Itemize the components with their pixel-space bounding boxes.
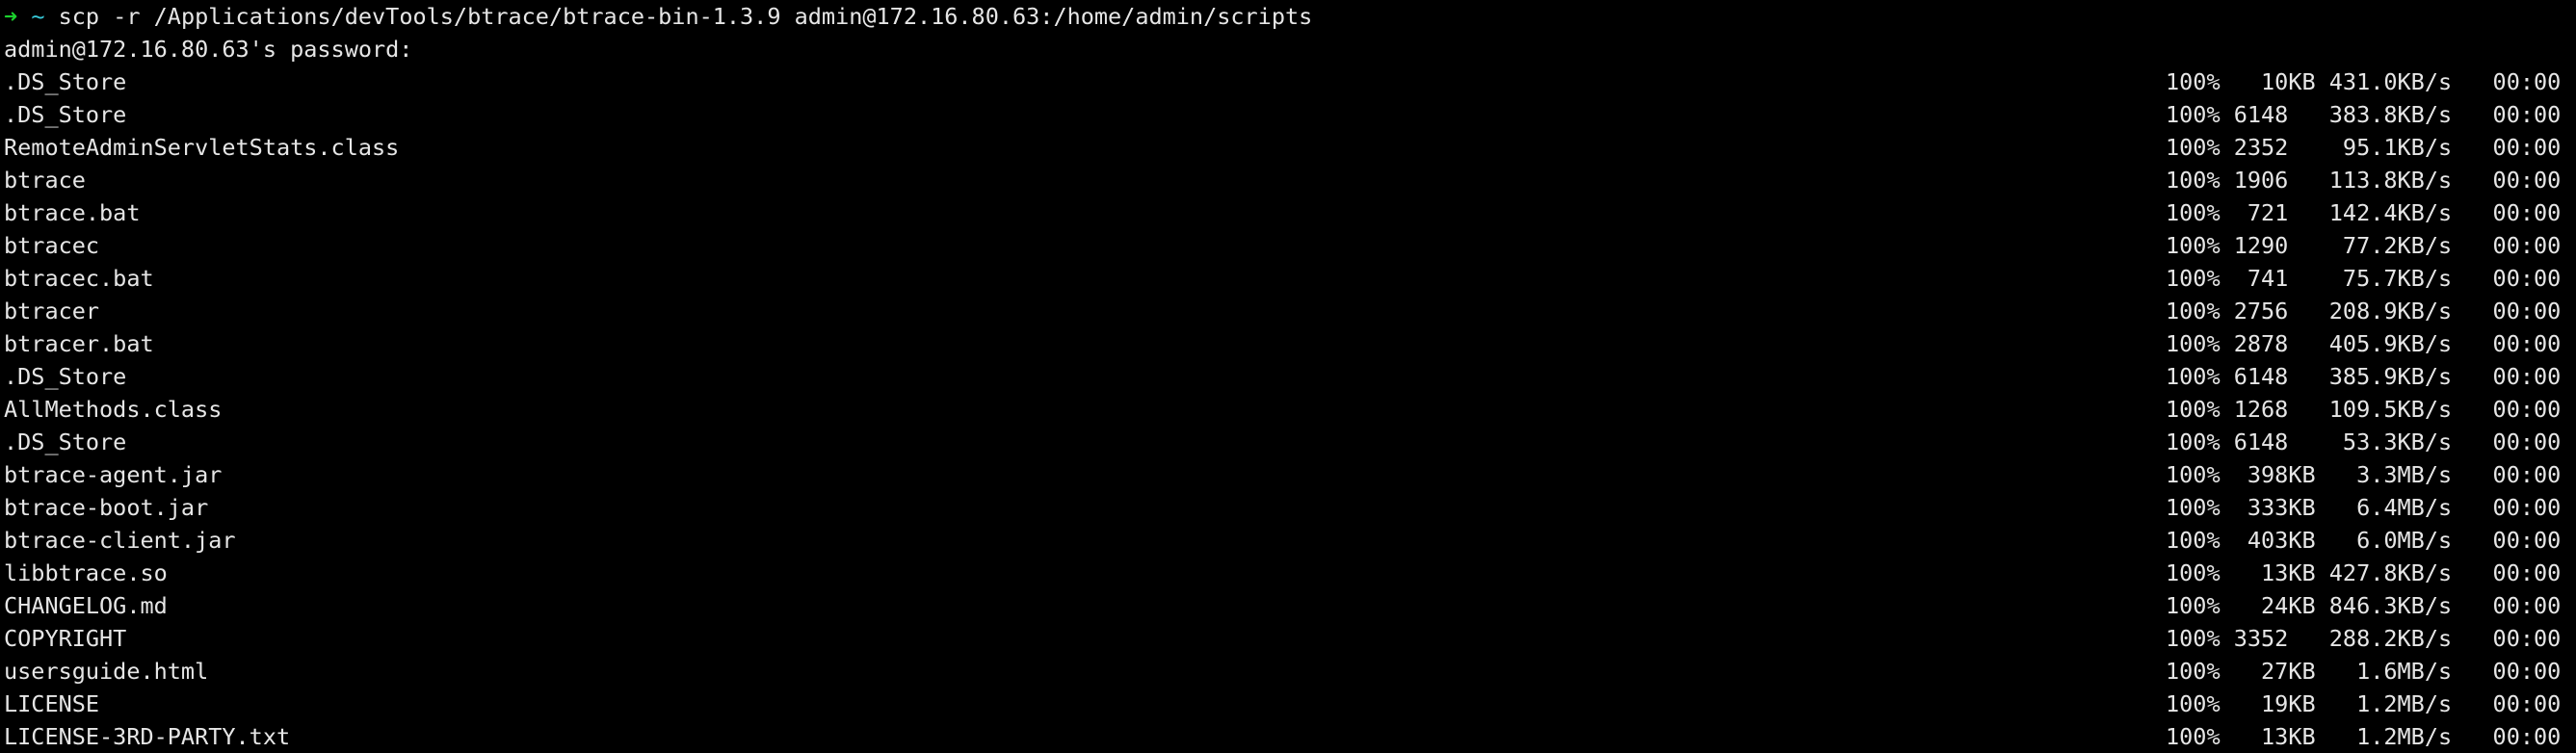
transfer-stats: 100% 13KB 1.2MB/s 00:00 bbox=[2166, 723, 2562, 750]
transfer-filename: RemoteAdminServletStats.class bbox=[4, 134, 400, 161]
transfer-stats: 100% 19KB 1.2MB/s 00:00 bbox=[2166, 690, 2562, 717]
transfer-row: btrace 100% 1906 113.8KB/s 00:00 bbox=[4, 164, 2576, 196]
transfer-row: usersguide.html 100% 27KB 1.6MB/s 00:00 bbox=[4, 655, 2576, 688]
transfer-filename: btracer bbox=[4, 298, 100, 325]
transfer-filename: btrace-agent.jar bbox=[4, 461, 223, 488]
transfer-row: LICENSE-3RD-PARTY.txt 100% 13KB 1.2MB/s 0… bbox=[4, 720, 2576, 753]
command-text: scp -r /Applications/devTools/btrace/btr… bbox=[58, 3, 1313, 30]
transfer-row: .DS_Store 100% 6148 385.9KB/s 00:00 bbox=[4, 360, 2576, 393]
transfer-filename: btrace-boot.jar bbox=[4, 494, 209, 521]
transfer-filename: btrace-client.jar bbox=[4, 527, 236, 554]
transfer-row: btrace-boot.jar 100% 333KB 6.4MB/s 00:00 bbox=[4, 491, 2576, 524]
transfer-stats: 100% 6148 53.3KB/s 00:00 bbox=[2166, 428, 2562, 455]
transfer-stats: 100% 398KB 3.3MB/s 00:00 bbox=[2166, 461, 2562, 488]
command-line: ➜ ~ scp -r /Applications/devTools/btrace… bbox=[4, 0, 2576, 33]
transfer-filename: btrace bbox=[4, 167, 86, 194]
transfer-stats: 100% 10KB 431.0KB/s 00:00 bbox=[2166, 68, 2562, 95]
transfer-row: btracer 100% 2756 208.9KB/s 00:00 bbox=[4, 295, 2576, 327]
transfer-stats: 100% 1268 109.5KB/s 00:00 bbox=[2166, 396, 2562, 423]
transfer-stats: 100% 2878 405.9KB/s 00:00 bbox=[2166, 330, 2562, 357]
transfer-row: .DS_Store 100% 10KB 431.0KB/s 00:00 bbox=[4, 65, 2576, 98]
transfer-list: .DS_Store 100% 10KB 431.0KB/s 00:00 .DS_St… bbox=[4, 65, 2576, 753]
transfer-row: btracer.bat 100% 2878 405.9KB/s 00:00 bbox=[4, 327, 2576, 360]
transfer-filename: btracer.bat bbox=[4, 330, 154, 357]
transfer-filename: LICENSE-3RD-PARTY.txt bbox=[4, 723, 291, 750]
transfer-filename: .DS_Store bbox=[4, 428, 127, 455]
transfer-filename: .DS_Store bbox=[4, 363, 127, 390]
transfer-stats: 100% 13KB 427.8KB/s 00:00 bbox=[2166, 559, 2562, 586]
transfer-stats: 100% 27KB 1.6MB/s 00:00 bbox=[2166, 658, 2562, 685]
transfer-row: COPYRIGHT 100% 3352 288.2KB/s 00:00 bbox=[4, 622, 2576, 655]
transfer-filename: btracec.bat bbox=[4, 265, 154, 292]
transfer-stats: 100% 6148 383.8KB/s 00:00 bbox=[2166, 101, 2562, 128]
transfer-row: libbtrace.so 100% 13KB 427.8KB/s 00:00 bbox=[4, 557, 2576, 589]
transfer-stats: 100% 6148 385.9KB/s 00:00 bbox=[2166, 363, 2562, 390]
transfer-row: LICENSE 100% 19KB 1.2MB/s 00:00 bbox=[4, 688, 2576, 720]
prompt-directory: ~ bbox=[31, 3, 45, 30]
transfer-stats: 100% 403KB 6.0MB/s 00:00 bbox=[2166, 527, 2562, 554]
transfer-row: AllMethods.class 100% 1268 109.5KB/s 00:0… bbox=[4, 393, 2576, 426]
transfer-row: .DS_Store 100% 6148 53.3KB/s 00:00 bbox=[4, 426, 2576, 458]
transfer-stats: 100% 24KB 846.3KB/s 00:00 bbox=[2166, 592, 2562, 619]
transfer-filename: AllMethods.class bbox=[4, 396, 223, 423]
transfer-row: CHANGELOG.md 100% 24KB 846.3KB/s 00:00 bbox=[4, 589, 2576, 622]
transfer-row: btracec.bat 100% 741 75.7KB/s 00:00 bbox=[4, 262, 2576, 295]
transfer-stats: 100% 3352 288.2KB/s 00:00 bbox=[2166, 625, 2562, 652]
transfer-filename: CHANGELOG.md bbox=[4, 592, 168, 619]
transfer-filename: libbtrace.so bbox=[4, 559, 168, 586]
transfer-filename: .DS_Store bbox=[4, 101, 127, 128]
transfer-filename: .DS_Store bbox=[4, 68, 127, 95]
password-prompt: admin@172.16.80.63's password: bbox=[4, 36, 413, 63]
terminal-window[interactable]: ➜ ~ scp -r /Applications/devTools/btrace… bbox=[0, 0, 2576, 750]
transfer-filename: btrace.bat bbox=[4, 199, 141, 226]
transfer-stats: 100% 333KB 6.4MB/s 00:00 bbox=[2166, 494, 2562, 521]
transfer-filename: usersguide.html bbox=[4, 658, 209, 685]
transfer-row: btrace-agent.jar 100% 398KB 3.3MB/s 00:00 bbox=[4, 458, 2576, 491]
transfer-row: .DS_Store 100% 6148 383.8KB/s 00:00 bbox=[4, 98, 2576, 131]
transfer-filename: btracec bbox=[4, 232, 100, 259]
transfer-row: btrace.bat 100% 721 142.4KB/s 00:00 bbox=[4, 196, 2576, 229]
transfer-stats: 100% 741 75.7KB/s 00:00 bbox=[2166, 265, 2562, 292]
transfer-filename: LICENSE bbox=[4, 690, 100, 717]
transfer-row: RemoteAdminServletStats.class 100% 2352 9… bbox=[4, 131, 2576, 164]
transfer-row: btrace-client.jar 100% 403KB 6.0MB/s 00:0… bbox=[4, 524, 2576, 557]
transfer-stats: 100% 721 142.4KB/s 00:00 bbox=[2166, 199, 2562, 226]
transfer-stats: 100% 2756 208.9KB/s 00:00 bbox=[2166, 298, 2562, 325]
prompt-arrow-icon: ➜ bbox=[4, 3, 18, 30]
transfer-row: btracec 100% 1290 77.2KB/s 00:00 bbox=[4, 229, 2576, 262]
transfer-stats: 100% 2352 95.1KB/s 00:00 bbox=[2166, 134, 2562, 161]
transfer-filename: COPYRIGHT bbox=[4, 625, 127, 652]
transfer-stats: 100% 1290 77.2KB/s 00:00 bbox=[2166, 232, 2562, 259]
transfer-stats: 100% 1906 113.8KB/s 00:00 bbox=[2166, 167, 2562, 194]
